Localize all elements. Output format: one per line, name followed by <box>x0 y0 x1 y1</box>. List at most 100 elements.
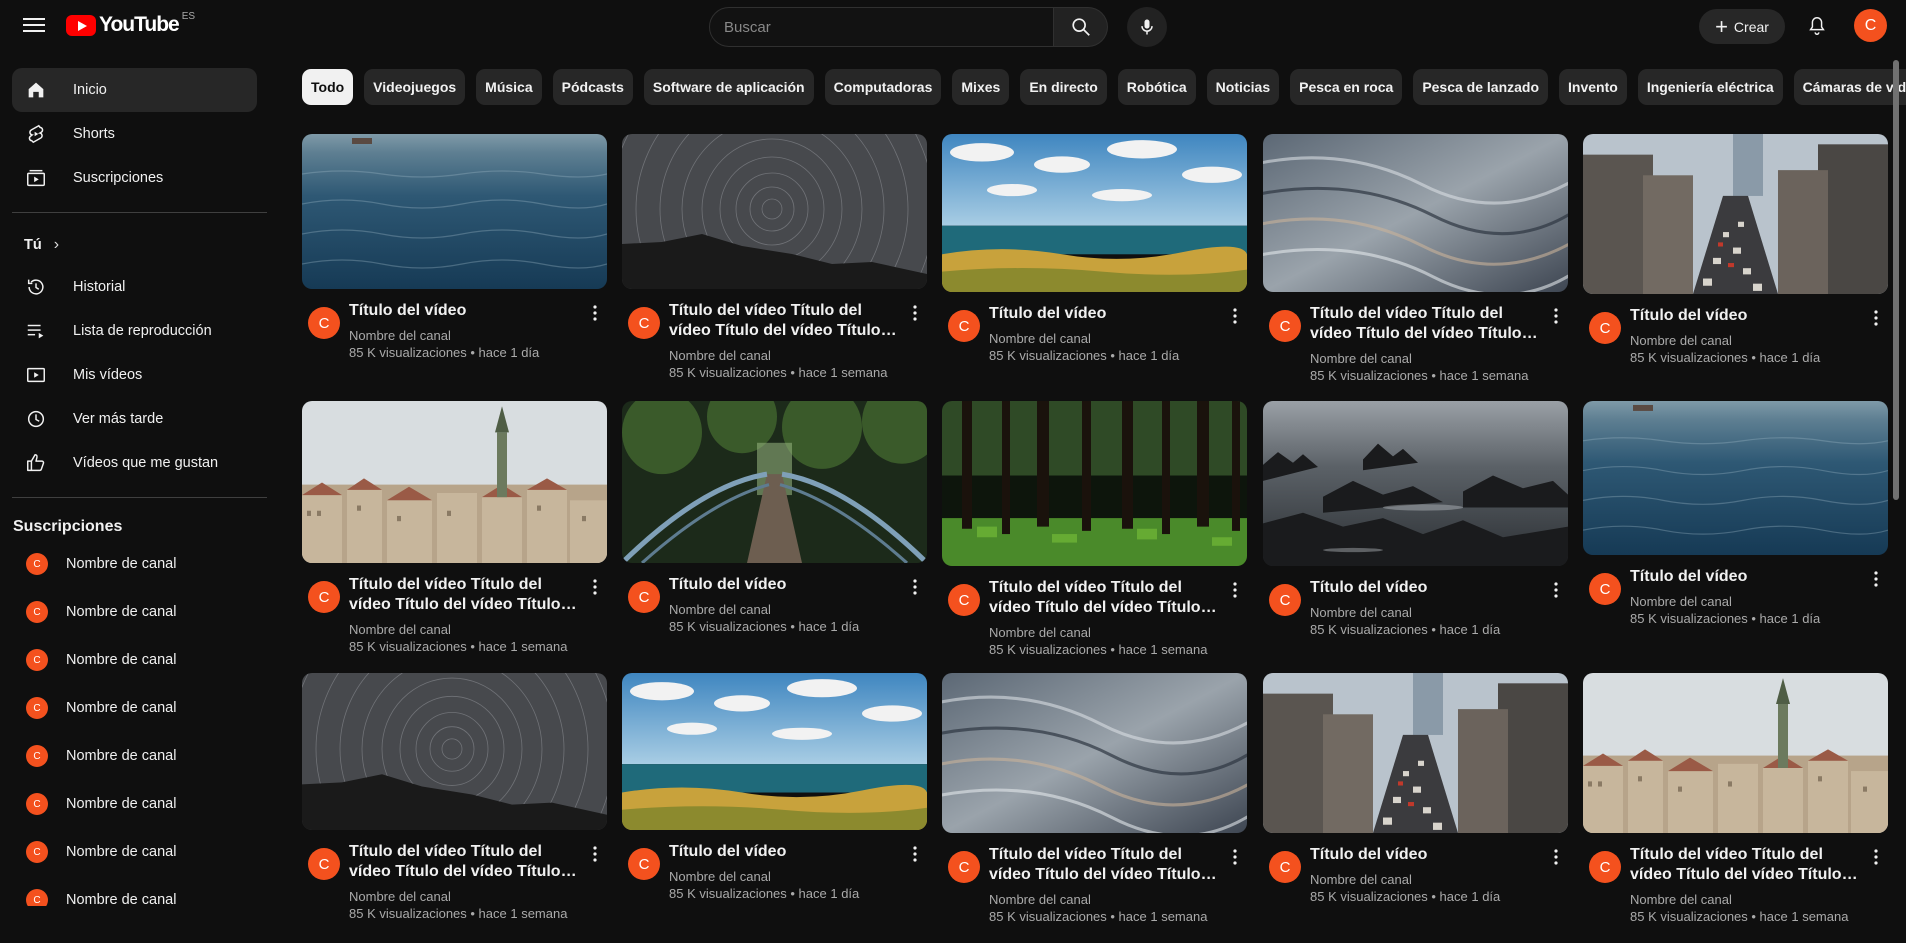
video-thumbnail[interactable] <box>622 673 927 830</box>
sidebar-you-header[interactable]: Tú › <box>12 225 268 265</box>
account-avatar[interactable]: C <box>1854 9 1887 42</box>
channel-avatar[interactable]: C <box>948 584 980 616</box>
channel-avatar[interactable]: C <box>1589 312 1621 344</box>
filter-chip[interactable]: Pesca en roca <box>1290 69 1403 105</box>
more-options-icon[interactable] <box>1544 304 1568 328</box>
sidebar-item-ver-mas-tarde[interactable]: Ver más tarde <box>12 397 257 441</box>
more-options-icon[interactable] <box>903 575 927 599</box>
channel-avatar[interactable]: C <box>1589 573 1621 605</box>
channel-avatar[interactable]: C <box>308 848 340 880</box>
video-card[interactable]: C Título del vídeo Nombre del canal 85 K vi… <box>622 673 927 940</box>
more-options-icon[interactable] <box>903 301 927 325</box>
video-thumbnail[interactable] <box>302 134 607 289</box>
youtube-logo[interactable]: YouTube ES <box>66 11 195 37</box>
filter-chip[interactable]: Noticias <box>1206 69 1280 105</box>
sidebar-subscription-item[interactable]: C Nombre de canal <box>12 636 268 684</box>
filter-chip[interactable]: Pesca de lanzado <box>1413 69 1549 105</box>
sidebar-subscription-item[interactable]: C Nombre de canal <box>12 780 268 828</box>
sidebar-item-playlist[interactable]: Lista de reproducción <box>12 309 257 353</box>
video-thumbnail[interactable] <box>1263 401 1568 566</box>
more-options-icon[interactable] <box>1864 567 1888 591</box>
video-title[interactable]: Título del vídeo Título del vídeo Título… <box>989 578 1219 618</box>
channel-avatar[interactable]: C <box>628 848 660 880</box>
menu-icon[interactable] <box>22 14 46 36</box>
sidebar-subscription-item[interactable]: C Nombre de canal <box>12 732 268 780</box>
video-thumbnail[interactable] <box>1583 673 1888 833</box>
channel-name[interactable]: Nombre del canal <box>349 888 579 905</box>
channel-name[interactable]: Nombre del canal <box>1310 350 1540 367</box>
more-options-icon[interactable] <box>1223 578 1247 602</box>
channel-name[interactable]: Nombre del canal <box>1310 604 1540 621</box>
channel-avatar[interactable]: C <box>948 310 980 342</box>
notifications-button[interactable] <box>1802 11 1832 41</box>
sidebar-subscription-item[interactable]: C Nombre de canal <box>12 684 268 732</box>
video-thumbnail[interactable] <box>1263 134 1568 292</box>
video-card[interactable]: C Título del vídeo Nombre del canal 85 K vi… <box>1263 401 1568 676</box>
channel-name[interactable]: Nombre del canal <box>989 891 1219 908</box>
video-thumbnail[interactable] <box>942 401 1247 566</box>
video-title[interactable]: Título del vídeo <box>989 304 1219 324</box>
filter-chip[interactable]: Mixes <box>952 69 1010 105</box>
channel-name[interactable]: Nombre del canal <box>1630 593 1860 610</box>
video-title[interactable]: Título del vídeo Título del vídeo Título… <box>349 842 579 882</box>
video-title[interactable]: Título del vídeo <box>349 301 579 321</box>
channel-name[interactable]: Nombre del canal <box>989 330 1219 347</box>
video-title[interactable]: Título del vídeo Título del vídeo Título… <box>349 575 579 615</box>
video-title[interactable]: Título del vídeo Título del vídeo Título… <box>1630 845 1860 885</box>
channel-avatar[interactable]: C <box>308 581 340 613</box>
filter-chip[interactable]: Robótica <box>1117 69 1196 105</box>
filter-chip[interactable]: Música <box>476 69 542 105</box>
channel-name[interactable]: Nombre del canal <box>1310 871 1540 888</box>
sidebar-item-mis-videos[interactable]: Mis vídeos <box>12 353 257 397</box>
channel-avatar[interactable]: C <box>1269 310 1301 342</box>
video-card[interactable]: C Título del vídeo Nombre del canal 85 K vi… <box>1583 134 1888 404</box>
channel-name[interactable]: Nombre del canal <box>669 868 899 885</box>
sidebar-subscription-item[interactable]: C Nombre de canal <box>12 876 268 906</box>
more-options-icon[interactable] <box>1864 845 1888 869</box>
video-card[interactable]: C Título del vídeo Título del vídeo Títul… <box>1263 134 1568 402</box>
sidebar-subscription-item[interactable]: C Nombre de canal <box>12 540 268 588</box>
video-thumbnail[interactable] <box>1583 134 1888 294</box>
sidebar-subscription-item[interactable]: C Nombre de canal <box>12 588 268 636</box>
channel-avatar[interactable]: C <box>1589 851 1621 883</box>
video-title[interactable]: Título del vídeo <box>1630 306 1860 326</box>
sidebar-item-shorts[interactable]: Shorts <box>12 112 257 156</box>
channel-avatar[interactable]: C <box>948 851 980 883</box>
voice-search-button[interactable] <box>1127 7 1167 47</box>
video-title[interactable]: Título del vídeo <box>1310 845 1540 865</box>
more-options-icon[interactable] <box>583 842 607 866</box>
video-title[interactable]: Título del vídeo Título del vídeo Título… <box>1310 304 1540 344</box>
video-card[interactable]: C Título del vídeo Título del vídeo Títul… <box>622 134 927 399</box>
video-thumbnail[interactable] <box>622 401 927 563</box>
filter-chip[interactable]: Invento <box>1559 69 1627 105</box>
video-title[interactable]: Título del vídeo <box>669 842 899 862</box>
more-options-icon[interactable] <box>903 842 927 866</box>
video-thumbnail[interactable] <box>302 401 607 563</box>
video-card[interactable]: C Título del vídeo Nombre del canal 85 K vi… <box>942 134 1247 402</box>
video-card[interactable]: C Título del vídeo Título del vídeo Títul… <box>1583 673 1888 943</box>
filter-chip[interactable]: Cámaras de vídeo <box>1793 69 1906 105</box>
filter-chip[interactable]: Software de aplicación <box>643 69 814 105</box>
video-title[interactable]: Título del vídeo <box>1630 567 1860 587</box>
channel-avatar[interactable]: C <box>1269 851 1301 883</box>
video-card[interactable]: C Título del vídeo Nombre del canal 85 K vi… <box>1263 673 1568 943</box>
video-card[interactable]: C Título del vídeo Título del vídeo Títul… <box>302 673 607 940</box>
more-options-icon[interactable] <box>583 301 607 325</box>
sidebar-item-inicio[interactable]: Inicio <box>12 68 257 112</box>
more-options-icon[interactable] <box>1864 306 1888 330</box>
more-options-icon[interactable] <box>583 575 607 599</box>
video-thumbnail[interactable] <box>942 134 1247 292</box>
video-thumbnail[interactable] <box>1583 401 1888 555</box>
video-card[interactable]: C Título del vídeo Título del vídeo Títul… <box>942 673 1247 943</box>
channel-avatar[interactable]: C <box>628 307 660 339</box>
search-button[interactable] <box>1054 7 1108 47</box>
more-options-icon[interactable] <box>1544 845 1568 869</box>
more-options-icon[interactable] <box>1223 304 1247 328</box>
channel-name[interactable]: Nombre del canal <box>1630 891 1860 908</box>
channel-name[interactable]: Nombre del canal <box>349 621 579 638</box>
sidebar-subscription-item[interactable]: C Nombre de canal <box>12 828 268 876</box>
video-title[interactable]: Título del vídeo Título del vídeo Título… <box>989 845 1219 885</box>
channel-name[interactable]: Nombre del canal <box>1630 332 1860 349</box>
sidebar-item-videos-me-gustan[interactable]: Vídeos que me gustan <box>12 441 257 485</box>
video-card[interactable]: C Título del vídeo Nombre del canal 85 K vi… <box>622 401 927 673</box>
